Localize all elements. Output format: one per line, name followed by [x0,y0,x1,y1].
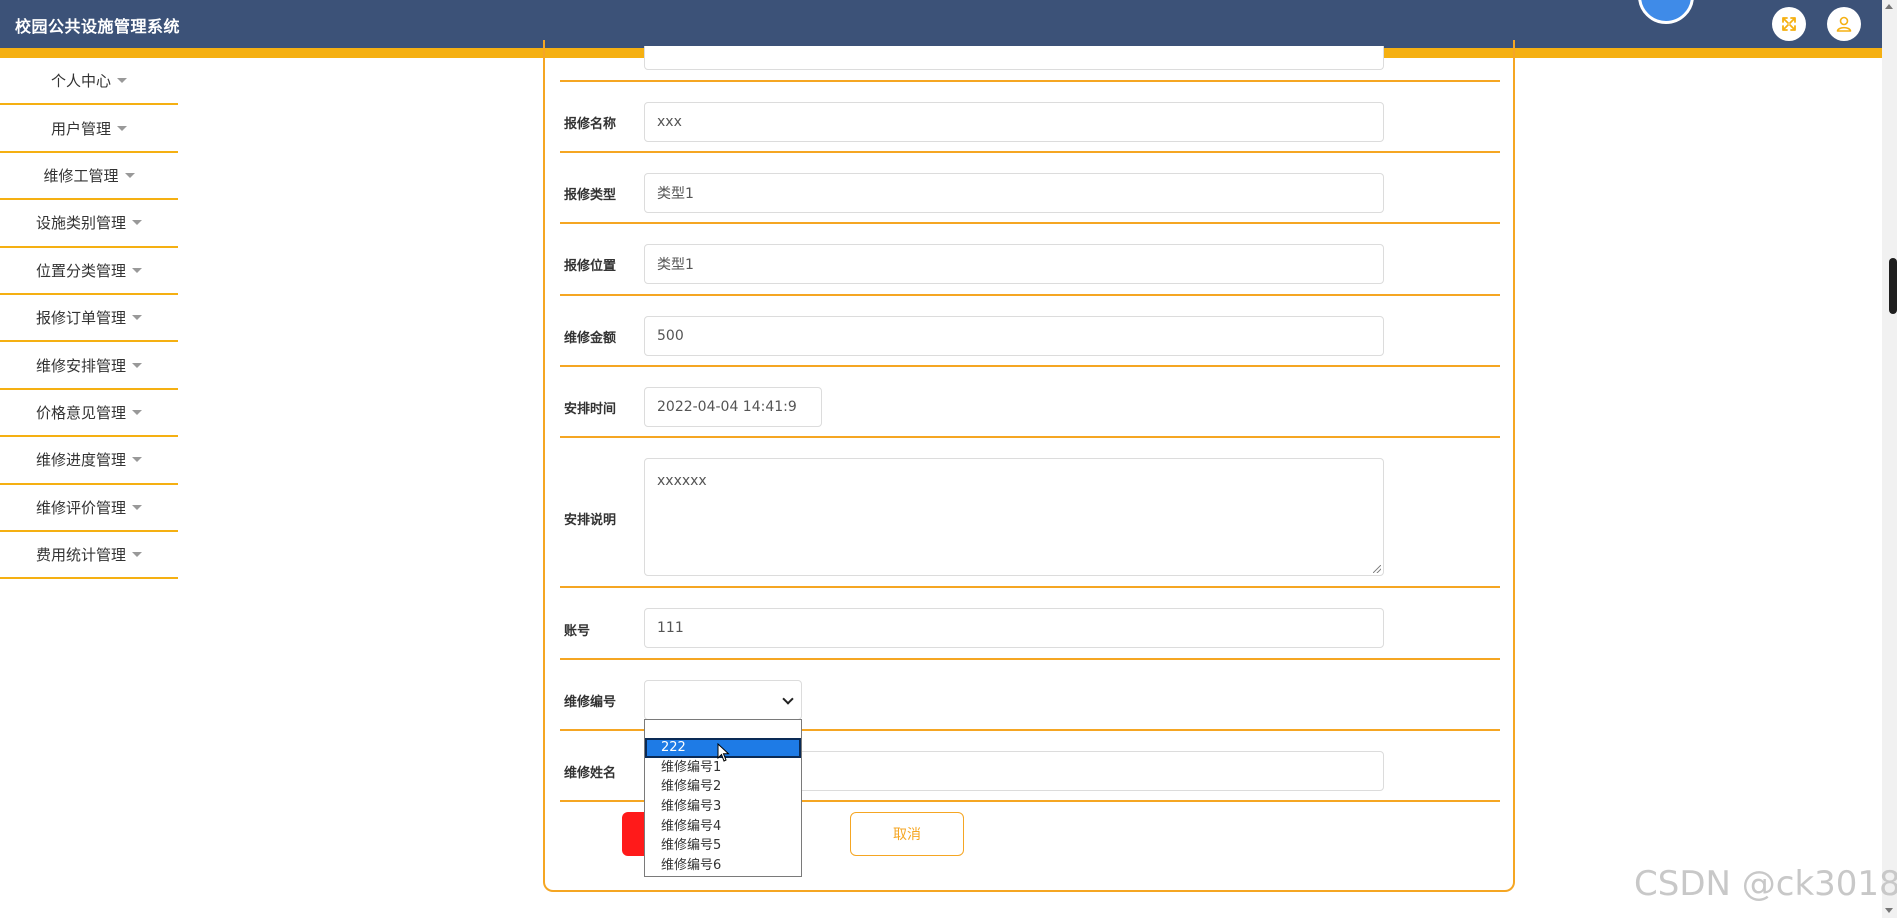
dropdown-option[interactable]: 维修编号4 [645,817,801,837]
row-divider [560,658,1500,660]
row-divider [560,151,1500,153]
row-divider [560,586,1500,588]
schedule-description-text: xxxxxx [657,473,707,489]
worker-id-select[interactable] [644,680,802,720]
sidebar-item-facility-category[interactable]: 设施类别管理 [0,200,178,248]
scroll-up-icon[interactable] [1885,4,1893,9]
schedule-time-label: 安排时间 [564,402,617,417]
sidebar-item-label: 个人中心 [50,72,111,91]
scroll-down-icon[interactable] [1885,908,1893,913]
account-label: 账号 [564,624,591,639]
sidebar-item-label: 报修订单管理 [35,309,126,328]
repair-location-label: 报修位置 [564,259,617,274]
repair-amount-label: 维修金额 [564,331,617,346]
sidebar-item-label: 维修安排管理 [35,356,126,375]
row-divider [560,436,1500,438]
submit-button[interactable] [622,812,646,856]
repair-name-input[interactable]: xxx [644,102,1384,142]
caret-down-icon [117,78,127,84]
sidebar-item-label: 位置分类管理 [35,261,126,280]
sidebar-menu: 个人中心 用户管理 维修工管理 设施类别管理 位置分类管理 报修订单管理 维修安… [0,58,178,580]
previous-field-input[interactable] [644,46,1384,70]
repair-name-label: 报修名称 [564,117,617,132]
mouse-cursor-icon [717,743,730,762]
scrollbar-thumb[interactable] [1889,258,1897,314]
row-divider [560,222,1500,224]
sidebar-item-price-feedback[interactable]: 价格意见管理 [0,390,178,438]
caret-down-icon [132,409,142,415]
dropdown-option-empty[interactable] [645,720,801,738]
sidebar-item-label: 价格意见管理 [35,403,126,422]
schedule-description-label: 安排说明 [564,513,617,528]
page-scrollbar[interactable] [1882,0,1897,918]
dropdown-option[interactable]: 维修编号5 [645,836,801,856]
sidebar-item-repair-schedule[interactable]: 维修安排管理 [0,342,178,390]
sidebar-item-location-category[interactable]: 位置分类管理 [0,248,178,295]
sidebar-item-cost-statistics[interactable]: 费用统计管理 [0,532,178,580]
sidebar-item-label: 维修工管理 [43,166,119,185]
sidebar-item-label: 费用统计管理 [35,546,126,565]
chevron-down-icon [782,693,794,705]
user-icon [1836,16,1852,32]
dropdown-option[interactable]: 维修编号6 [645,856,801,876]
row-divider [560,294,1500,296]
user-menu-button[interactable] [1827,7,1861,41]
sidebar-item-label: 维修进度管理 [35,451,126,470]
row-divider [560,365,1500,367]
sidebar-item-personal-center[interactable]: 个人中心 [0,58,178,106]
sidebar-item-label: 维修评价管理 [35,498,126,517]
caret-down-icon [124,172,135,178]
worker-id-label: 维修编号 [564,695,617,710]
repair-type-label: 报修类型 [564,188,617,203]
worker-name-label: 维修姓名 [564,766,617,781]
sidebar-item-repair-review[interactable]: 维修评价管理 [0,485,178,532]
cancel-button[interactable]: 取消 [850,812,964,856]
row-divider [560,80,1500,82]
sidebar-item-user-management[interactable]: 用户管理 [0,105,178,153]
sidebar-item-repair-progress[interactable]: 维修进度管理 [0,437,178,485]
caret-down-icon [132,504,142,510]
dropdown-option[interactable]: 维修编号3 [645,797,801,817]
sidebar-item-label: 设施类别管理 [35,214,126,233]
expand-icon [1782,17,1796,31]
caret-down-icon [117,125,127,131]
sidebar-item-repair-orders[interactable]: 报修订单管理 [0,295,178,343]
sidebar-item-label: 用户管理 [50,119,111,138]
sidebar-item-worker-management[interactable]: 维修工管理 [0,153,178,201]
app-title: 校园公共设施管理系统 [15,17,181,36]
repair-type-input[interactable]: 类型1 [644,173,1384,213]
caret-down-icon [132,552,142,558]
resize-handle-icon[interactable] [1373,565,1381,573]
caret-down-icon [132,267,142,273]
fullscreen-button[interactable] [1772,7,1806,41]
caret-down-icon [132,220,142,226]
schedule-description-textarea[interactable]: xxxxxx [644,458,1384,576]
repair-amount-input[interactable]: 500 [644,316,1384,356]
dropdown-option[interactable]: 维修编号2 [645,777,801,797]
schedule-time-input[interactable]: 2022-04-04 14:41:9 [644,387,822,427]
caret-down-icon [132,457,142,463]
caret-down-icon [132,315,142,321]
watermark: CSDN @ck3018 [1634,864,1897,904]
repair-location-input[interactable]: 类型1 [644,244,1384,284]
caret-down-icon [132,362,142,368]
account-input[interactable]: 111 [644,608,1384,648]
